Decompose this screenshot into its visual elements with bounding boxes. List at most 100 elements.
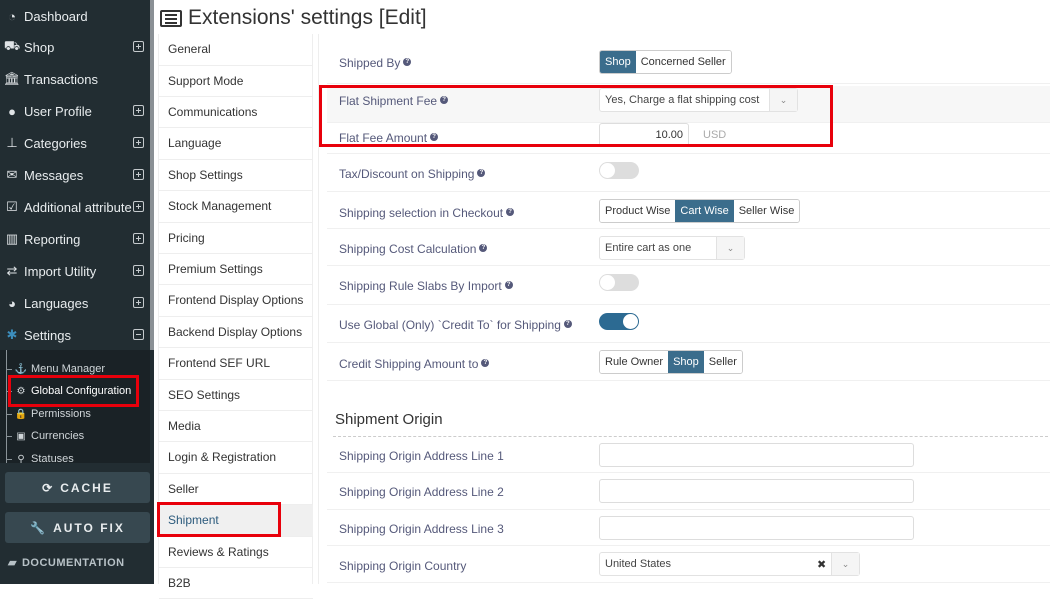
sidebar-scrollbar[interactable]	[150, 0, 154, 350]
sitemap-icon: ⊥	[6, 135, 18, 150]
tab-reviews-ratings[interactable]: Reviews & Ratings	[159, 536, 313, 568]
list-icon	[160, 9, 182, 27]
sidebar: ◔ Dashboard ⛟ Shop 🏛 Transactions ● User…	[0, 0, 154, 584]
rule-slabs-toggle[interactable]	[599, 274, 639, 291]
expand-icon[interactable]	[133, 265, 144, 276]
credit-to-toggle: Rule Owner Shop Seller	[599, 350, 743, 374]
origin-address-line3-input[interactable]	[599, 516, 914, 540]
origin-country-select[interactable]: United States ✖ ⌄	[599, 552, 860, 576]
highlight-global-configuration	[8, 375, 139, 407]
tab-media[interactable]: Media	[159, 411, 313, 443]
sidebar-item-shop[interactable]: ⛟ Shop	[0, 31, 150, 63]
sidebar-item-settings[interactable]: ✱ Settings	[0, 319, 150, 351]
cache-button[interactable]: ⟳ CACHE	[5, 472, 150, 503]
help-icon[interactable]: ?	[477, 169, 486, 177]
help-icon[interactable]: ?	[403, 58, 412, 66]
anchor-icon: ⚓	[14, 363, 28, 375]
globe-icon: ◕	[8, 295, 16, 311]
money-icon: ▣	[16, 430, 26, 442]
envelope-icon: ✉	[6, 167, 18, 182]
tab-frontend-sef-url[interactable]: Frontend SEF URL	[159, 348, 313, 380]
sidebar-item-import-utility[interactable]: ⇄ Import Utility	[0, 255, 150, 287]
row-credit-shipping-amount: Credit Shipping Amount to? Rule Owner Sh…	[327, 343, 1050, 381]
expand-icon[interactable]	[133, 169, 144, 180]
shipment-settings-form: Shipped By? Shop Concerned Seller Flat S…	[318, 34, 1050, 584]
shipping-selection-toggle: Product Wise Cart Wise Seller Wise	[599, 199, 801, 223]
collapse-icon[interactable]	[133, 329, 144, 340]
option-shop[interactable]: Shop	[600, 51, 636, 73]
tab-communications[interactable]: Communications	[159, 97, 313, 129]
tab-stock-management[interactable]: Stock Management	[159, 191, 313, 223]
row-origin-country: Shipping Origin Country United States ✖ …	[327, 546, 1050, 583]
book-icon: ▰	[8, 557, 17, 569]
expand-icon[interactable]	[133, 137, 144, 148]
sidebar-item-user-profile[interactable]: ● User Profile	[0, 95, 150, 127]
shipping-cost-calculation-select[interactable]: Entire cart as one ⌄	[599, 236, 745, 260]
sidebar-item-messages[interactable]: ✉ Messages	[0, 159, 150, 191]
row-origin-line3: Shipping Origin Address Line 3	[327, 510, 1050, 546]
auto-fix-button[interactable]: 🔧 AUTO FIX	[5, 512, 150, 543]
bank-icon: 🏛	[3, 71, 21, 86]
submenu-item-currencies[interactable]: ▣ Currencies	[6, 425, 146, 447]
option-seller[interactable]: Seller	[703, 351, 742, 373]
expand-icon[interactable]	[133, 297, 144, 308]
option-concerned-seller[interactable]: Concerned Seller	[635, 51, 731, 73]
tab-frontend-display-options[interactable]: Frontend Display Options	[159, 285, 313, 317]
option-shop[interactable]: Shop	[668, 351, 704, 373]
sidebar-item-dashboard[interactable]: ◔ Dashboard	[0, 0, 150, 32]
checkbox-icon: ☑	[6, 199, 18, 214]
gear-icon: ✱	[6, 327, 18, 342]
help-icon[interactable]: ?	[563, 320, 572, 328]
origin-address-line1-input[interactable]	[599, 443, 914, 467]
sidebar-item-languages[interactable]: ◕ Languages	[0, 287, 150, 319]
refresh-icon: ⟳	[42, 480, 55, 495]
lock-icon: 🔒	[14, 408, 28, 420]
highlight-flat-fee	[319, 85, 833, 147]
help-icon[interactable]: ?	[479, 244, 488, 252]
sidebar-item-categories[interactable]: ⊥ Categories	[0, 127, 150, 159]
tab-seo-settings[interactable]: SEO Settings	[159, 379, 313, 411]
wrench-icon: 🔧	[30, 520, 48, 535]
page-title: Extensions' settings [Edit]	[188, 6, 427, 29]
tab-b2b[interactable]: B2B	[159, 568, 313, 599]
option-cart-wise[interactable]: Cart Wise	[675, 200, 734, 222]
tab-premium-settings[interactable]: Premium Settings	[159, 254, 313, 286]
expand-icon[interactable]	[133, 105, 144, 116]
help-icon[interactable]: ?	[481, 359, 490, 367]
option-rule-owner[interactable]: Rule Owner	[600, 351, 669, 373]
tax-discount-toggle[interactable]	[599, 162, 639, 179]
row-shipping-selection: Shipping selection in Checkout? Product …	[327, 192, 1050, 229]
section-title-shipment-origin: Shipment Origin	[335, 411, 443, 428]
submenu-item-statuses[interactable]: ⚲ Statuses	[6, 448, 146, 463]
tab-seller[interactable]: Seller	[159, 474, 313, 506]
sidebar-item-additional-attribute[interactable]: ☑ Additional attribute	[0, 191, 150, 223]
help-icon[interactable]: ?	[506, 208, 515, 216]
origin-address-line2-input[interactable]	[599, 479, 914, 503]
tab-language[interactable]: Language	[159, 128, 313, 160]
tab-shop-settings[interactable]: Shop Settings	[159, 160, 313, 192]
highlight-shipment-tab	[157, 502, 281, 537]
tab-general[interactable]: General	[159, 34, 313, 66]
documentation-link[interactable]: ▰ DOCUMENTATION	[8, 556, 125, 570]
key-icon: ⚲	[17, 453, 25, 464]
help-icon[interactable]: ?	[504, 281, 513, 289]
page-header: Extensions' settings [Edit]	[160, 4, 427, 32]
row-use-global-credit-to: Use Global (Only) `Credit To` for Shippi…	[327, 305, 1050, 343]
option-seller-wise[interactable]: Seller Wise	[733, 200, 800, 222]
tab-backend-display-options[interactable]: Backend Display Options	[159, 317, 313, 349]
row-tax-discount: Tax/Discount on Shipping?	[327, 154, 1050, 192]
tab-login-registration[interactable]: Login & Registration	[159, 442, 313, 474]
expand-icon[interactable]	[133, 201, 144, 212]
row-shipped-by: Shipped By? Shop Concerned Seller	[327, 42, 1050, 84]
expand-icon[interactable]	[133, 41, 144, 52]
chevron-down-icon: ⌄	[831, 553, 859, 575]
tab-support-mode[interactable]: Support Mode	[159, 65, 313, 97]
tab-pricing[interactable]: Pricing	[159, 222, 313, 254]
sidebar-item-reporting[interactable]: ▥ Reporting	[0, 223, 150, 255]
use-global-credit-to-toggle[interactable]	[599, 313, 639, 330]
sidebar-item-transactions[interactable]: 🏛 Transactions	[0, 63, 150, 95]
clear-icon[interactable]: ✖	[817, 553, 831, 575]
expand-icon[interactable]	[133, 233, 144, 244]
row-shipping-rule-slabs: Shipping Rule Slabs By Import?	[327, 266, 1050, 305]
option-product-wise[interactable]: Product Wise	[600, 200, 676, 222]
